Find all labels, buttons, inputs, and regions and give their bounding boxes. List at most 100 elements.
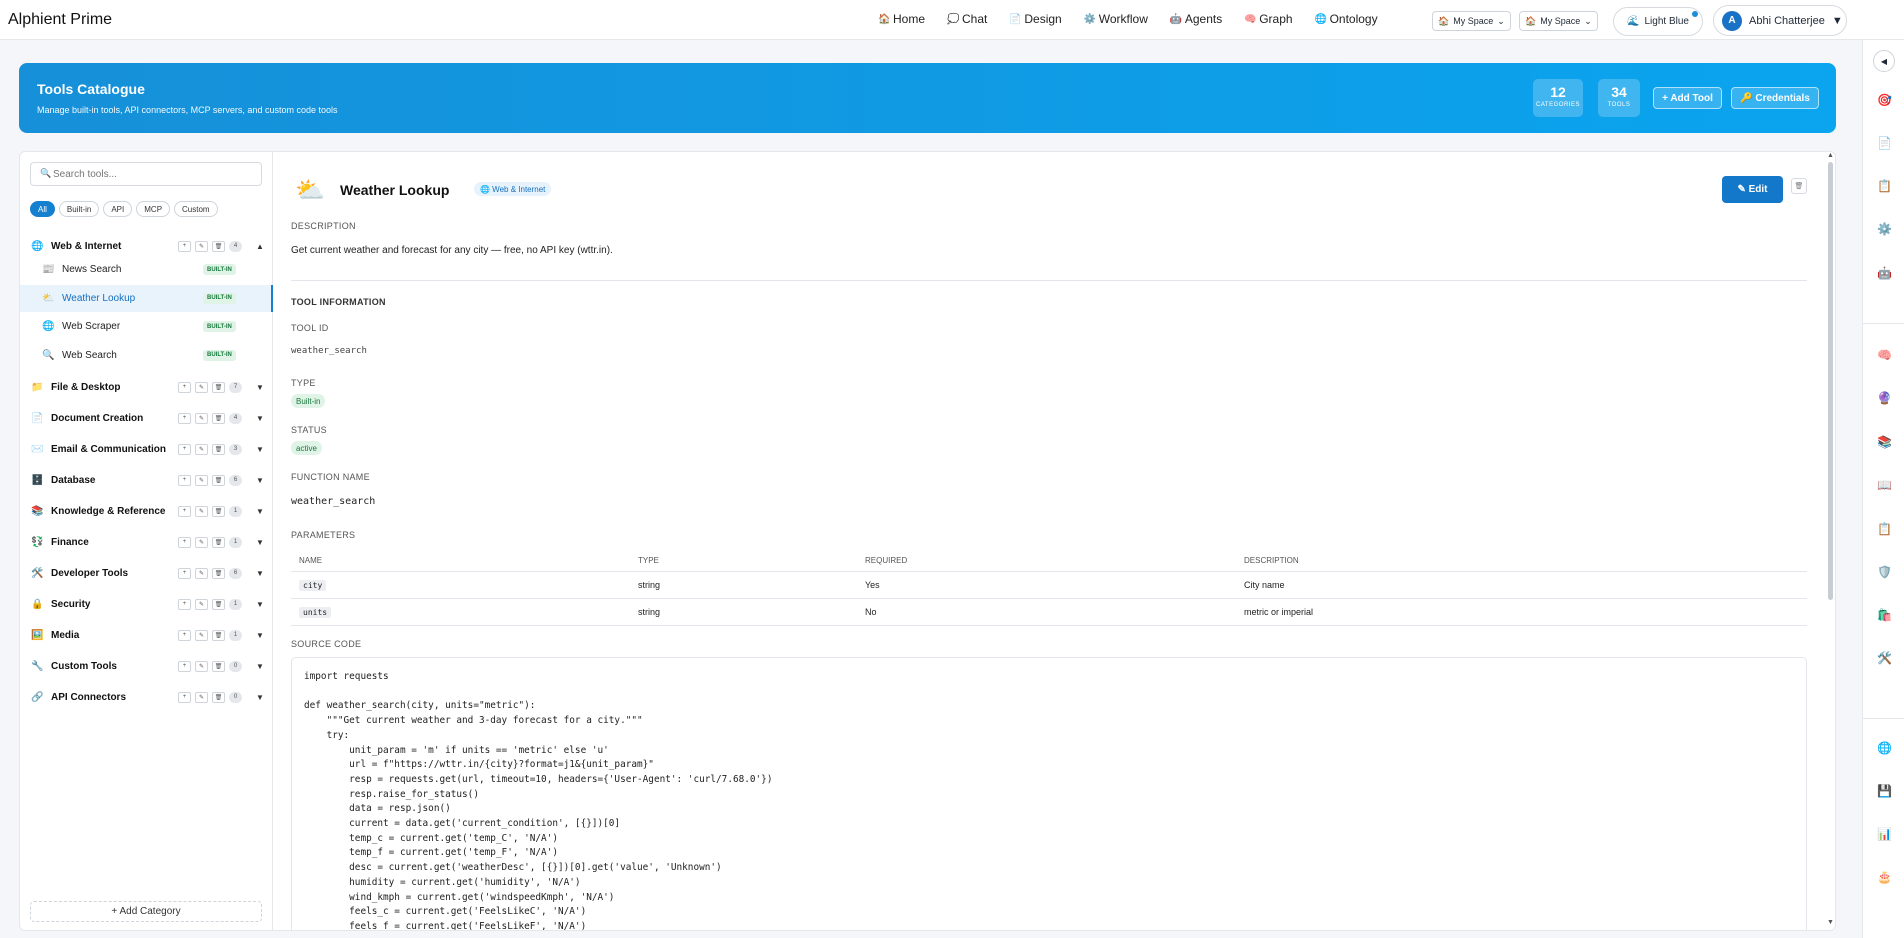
nav-graph[interactable]: 🧠 Graph [1244,12,1292,26]
delete-icon[interactable]: 🗑 [212,567,225,579]
nav-workflow[interactable]: ⚙️ Workflow [1084,12,1148,26]
delete-icon[interactable]: 🗑 [212,629,225,641]
target-icon[interactable]: 🎯 [1877,93,1892,107]
theme-button[interactable]: 🌊 Light Blue [1613,7,1703,36]
category-knowledge-reference[interactable]: 📚 Knowledge & Reference + ✎ 🗑 1 ▼ [20,499,272,523]
search-input[interactable]: 🔍 Search tools... [30,162,262,186]
add-icon[interactable]: + [178,443,191,455]
category-finance[interactable]: 💱 Finance + ✎ 🗑 1 ▼ [20,530,272,554]
chevron-down-icon[interactable]: ▼ [256,383,264,392]
filter-custom[interactable]: Custom [174,201,218,217]
category-custom-tools[interactable]: 🔧 Custom Tools + ✎ 🗑 0 ▼ [20,654,272,678]
delete-icon[interactable]: 🗑 [212,474,225,486]
delete-icon[interactable]: 🗑 [212,443,225,455]
gear-icon[interactable]: ⚙️ [1877,222,1892,236]
category-security[interactable]: 🔒 Security + ✎ 🗑 1 ▼ [20,592,272,616]
category-file-desktop[interactable]: 📁 File & Desktop + ✎ 🗑 7 ▼ [20,375,272,399]
nav-design[interactable]: 📄 Design [1009,12,1061,26]
globe-icon[interactable]: 🌐 [1877,741,1892,755]
chevron-down-icon[interactable]: ▼ [256,662,264,671]
nav-chat[interactable]: 💭 Chat [947,12,987,26]
edit-icon[interactable]: ✎ [195,536,208,548]
document-icon[interactable]: 📄 [1877,136,1892,150]
add-category-button[interactable]: + Add Category [30,901,262,922]
scroll-up-icon[interactable]: ▲ [1827,152,1834,159]
shopping-bag-icon[interactable]: 🛍️ [1877,608,1892,622]
clipboard-icon[interactable]: 📋 [1877,522,1892,536]
chevron-down-icon[interactable]: ▼ [256,693,264,702]
bar-chart-icon[interactable]: 📊 [1877,827,1892,841]
add-icon[interactable]: + [178,598,191,610]
add-tool-button[interactable]: + Add Tool [1653,87,1722,109]
chevron-down-icon[interactable]: ▼ [256,569,264,578]
chevron-down-icon[interactable]: ▼ [256,414,264,423]
category-email-communication[interactable]: ✉️ Email & Communication + ✎ 🗑 3 ▼ [20,437,272,461]
edit-icon[interactable]: ✎ [195,598,208,610]
delete-icon[interactable]: 🗑 [212,660,225,672]
nav-agents[interactable]: 🤖 Agents [1170,12,1222,26]
chevron-down-icon[interactable]: ▼ [256,476,264,485]
chevron-down-icon[interactable]: ▼ [256,600,264,609]
app-title[interactable]: Alphient Prime [8,11,112,29]
disk-icon[interactable]: 💾 [1877,784,1892,798]
delete-icon[interactable]: 🗑 [212,598,225,610]
space-select-1[interactable]: 🏠 My Space ⌄ [1432,11,1511,31]
edit-icon[interactable]: ✎ [195,240,208,252]
nav-home[interactable]: 🏠 Home [878,12,925,26]
edit-icon[interactable]: ✎ [195,381,208,393]
add-icon[interactable]: + [178,505,191,517]
filter-built-in[interactable]: Built-in [58,201,100,217]
category-api-connectors[interactable]: 🔗 API Connectors + ✎ 🗑 0 ▼ [20,685,272,709]
edit-button[interactable]: ✎ Edit [1722,176,1783,203]
chevron-down-icon[interactable]: ▼ [256,507,264,516]
scroll-down-icon[interactable]: ▼ [1827,919,1834,926]
filter-all[interactable]: All [30,201,55,217]
delete-icon[interactable]: 🗑 [1791,178,1807,194]
category-media[interactable]: 🖼️ Media + ✎ 🗑 1 ▼ [20,623,272,647]
delete-icon[interactable]: 🗑 [212,536,225,548]
source-code-block[interactable]: import requests def weather_search(city,… [291,657,1807,930]
category-document-creation[interactable]: 📄 Document Creation + ✎ 🗑 4 ▼ [20,406,272,430]
category-developer-tools[interactable]: 🛠️ Developer Tools + ✎ 🗑 6 ▼ [20,561,272,585]
edit-icon[interactable]: ✎ [195,474,208,486]
clipboard-icon[interactable]: 📋 [1877,179,1892,193]
brain-icon[interactable]: 🧠 [1877,348,1892,362]
tool-item-news-search[interactable]: 📰 News Search BUILT-IN [20,256,273,283]
delete-icon[interactable]: 🗑 [212,691,225,703]
robot-icon[interactable]: 🤖 [1877,266,1892,280]
collapse-toggle-icon[interactable]: ◀ [1873,50,1895,72]
edit-icon[interactable]: ✎ [195,691,208,703]
category-database[interactable]: 🗄️ Database + ✎ 🗑 6 ▼ [20,468,272,492]
books-icon[interactable]: 📚 [1877,435,1892,449]
edit-icon[interactable]: ✎ [195,660,208,672]
delete-icon[interactable]: 🗑 [212,412,225,424]
space-select-2[interactable]: 🏠 My Space ⌄ [1519,11,1598,31]
tool-item-web-scraper[interactable]: 🌐 Web Scraper BUILT-IN [20,313,273,340]
category-web-internet[interactable]: 🌐 Web & Internet + ✎ 🗑 4 ▲ [20,234,272,258]
add-icon[interactable]: + [178,240,191,252]
filter-mcp[interactable]: MCP [136,201,171,217]
add-icon[interactable]: + [178,660,191,672]
user-menu[interactable]: A Abhi Chatterjee ▼ [1713,5,1847,36]
add-icon[interactable]: + [178,536,191,548]
add-icon[interactable]: + [178,412,191,424]
filter-api[interactable]: API [103,201,133,217]
tool-item-weather-lookup[interactable]: ⛅ Weather Lookup BUILT-IN [20,284,273,312]
chevron-down-icon[interactable]: ▼ [256,538,264,547]
add-icon[interactable]: + [178,567,191,579]
chevron-down-icon[interactable]: ▼ [256,445,264,454]
scrollbar-thumb[interactable] [1828,162,1833,600]
add-icon[interactable]: + [178,691,191,703]
shield-icon[interactable]: 🛡️ [1877,565,1892,579]
nav-ontology[interactable]: 🌐 Ontology [1315,12,1378,26]
delete-icon[interactable]: 🗑 [212,505,225,517]
delete-icon[interactable]: 🗑 [212,381,225,393]
book-icon[interactable]: 📖 [1877,478,1892,492]
tool-item-web-search[interactable]: 🔍 Web Search BUILT-IN [20,342,273,369]
crystal-ball-icon[interactable]: 🔮 [1877,391,1892,405]
edit-icon[interactable]: ✎ [195,412,208,424]
edit-icon[interactable]: ✎ [195,505,208,517]
tools-icon[interactable]: 🛠️ [1877,651,1892,665]
edit-icon[interactable]: ✎ [195,443,208,455]
delete-icon[interactable]: 🗑 [212,240,225,252]
